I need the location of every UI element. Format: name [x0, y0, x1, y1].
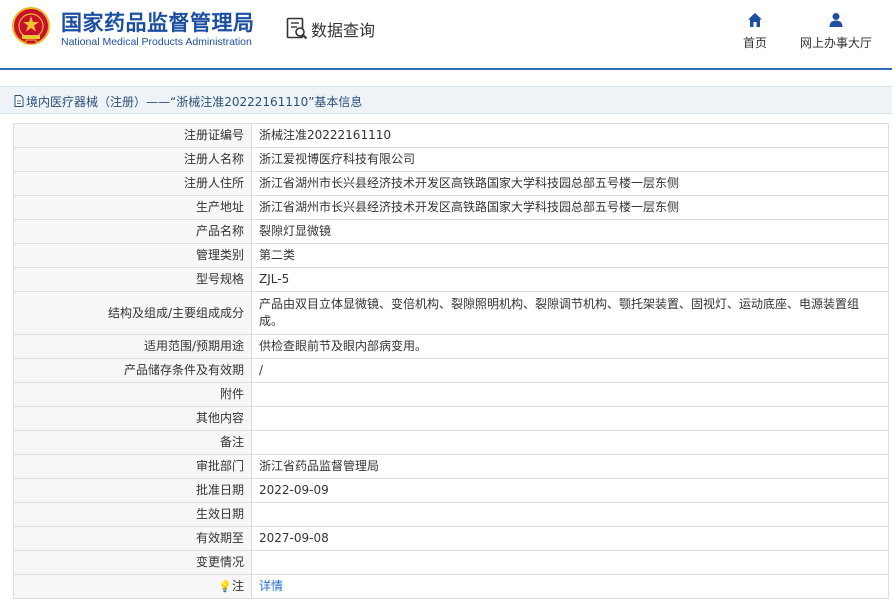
field-label: 生产地址	[13, 195, 252, 220]
details-link[interactable]: 详情	[259, 579, 283, 593]
field-value: 产品由双目立体显微镜、变倍机构、裂隙照明机构、裂隙调节机构、颚托架装置、固视灯、…	[251, 291, 889, 335]
field-value	[251, 406, 889, 431]
field-label: 型号规格	[13, 267, 252, 292]
org-name-cn: 国家药品监督管理局	[61, 11, 255, 35]
field-value: 浙江爱视博医疗科技有限公司	[251, 147, 889, 172]
field-value: 浙江省湖州市长兴县经济技术开发区高铁路国家大学科技园总部五号楼一层东侧	[251, 171, 889, 196]
field-value: 第二类	[251, 243, 889, 268]
field-value	[251, 430, 889, 455]
field-value: 2022-09-09	[251, 478, 889, 503]
field-label: 附件	[13, 382, 252, 407]
table-row: 型号规格 ZJL-5	[13, 267, 889, 292]
field-label: 适用范围/预期用途	[13, 334, 252, 359]
table-row: 其他内容	[13, 406, 889, 431]
data-query-label: 数据查询	[311, 21, 376, 40]
record-table: 注册证编号 浙械注准20222161110 注册人名称 浙江爱视博医疗科技有限公司 …	[13, 123, 889, 599]
lightbulb-icon: 💡	[218, 580, 232, 593]
user-icon	[829, 13, 843, 27]
field-value: 2027-09-08	[251, 526, 889, 551]
table-row: 💡注 详情	[13, 574, 889, 599]
table-row: 有效期至 2027-09-08	[13, 526, 889, 551]
table-row: 管理类别 第二类	[13, 243, 889, 268]
note-value-cell: 详情	[251, 574, 889, 599]
breadcrumb: 境内医疗器械（注册）——“浙械注准20222161110”基本信息	[0, 86, 892, 114]
field-label: 产品名称	[13, 219, 252, 244]
table-row: 产品储存条件及有效期 /	[13, 358, 889, 383]
field-value: 供检查眼前节及眼内部病变用。	[251, 334, 889, 359]
national-emblem-icon	[12, 7, 50, 45]
table-row: 生效日期	[13, 502, 889, 527]
field-value: 浙江省药品监督管理局	[251, 454, 889, 479]
data-query-icon	[286, 17, 308, 40]
home-icon	[748, 13, 762, 27]
field-label: 有效期至	[13, 526, 252, 551]
field-label: 注册证编号	[13, 123, 252, 148]
nav-home-label: 首页	[742, 36, 767, 50]
field-value: /	[251, 358, 889, 383]
table-row: 批准日期 2022-09-09	[13, 478, 889, 503]
table-row: 附件	[13, 382, 889, 407]
field-label: 变更情况	[13, 550, 252, 575]
note-label-cell: 💡注	[13, 574, 252, 599]
document-icon	[14, 95, 24, 107]
table-row: 变更情况	[13, 550, 889, 575]
field-value: 浙江省湖州市长兴县经济技术开发区高铁路国家大学科技园总部五号楼一层东侧	[251, 195, 889, 220]
field-label: 注册人住所	[13, 171, 252, 196]
field-label: 批准日期	[13, 478, 252, 503]
table-row: 结构及组成/主要组成成分 产品由双目立体显微镜、变倍机构、裂隙照明机构、裂隙调节机…	[13, 291, 889, 335]
table-row: 产品名称 裂隙灯显微镜	[13, 219, 889, 244]
field-label: 产品储存条件及有效期	[13, 358, 252, 383]
table-row: 注册人名称 浙江爱视博医疗科技有限公司	[13, 147, 889, 172]
table-row: 适用范围/预期用途 供检查眼前节及眼内部病变用。	[13, 334, 889, 359]
table-row: 注册证编号 浙械注准20222161110	[13, 123, 889, 148]
table-row: 生产地址 浙江省湖州市长兴县经济技术开发区高铁路国家大学科技园总部五号楼一层东侧	[13, 195, 889, 220]
site-header: 国家药品监督管理局 National Medical Products Admi…	[0, 0, 892, 70]
field-value	[251, 382, 889, 407]
field-value: 裂隙灯显微镜	[251, 219, 889, 244]
field-value: ZJL-5	[251, 267, 889, 292]
field-label: 注册人名称	[13, 147, 252, 172]
breadcrumb-text: 境内医疗器械（注册）——“浙械注准20222161110”基本信息	[26, 95, 363, 109]
field-label: 审批部门	[13, 454, 252, 479]
field-label: 管理类别	[13, 243, 252, 268]
field-value	[251, 550, 889, 575]
nav-online-office[interactable]: 网上办事大厅	[796, 12, 876, 51]
nav-home[interactable]: 首页	[736, 12, 774, 51]
nav-online-office-label: 网上办事大厅	[799, 36, 872, 50]
org-name-en: National Medical Products Administration	[61, 36, 252, 48]
note-label: 注	[231, 579, 244, 593]
field-value	[251, 502, 889, 527]
field-label: 生效日期	[13, 502, 252, 527]
field-value: 浙械注准20222161110	[251, 123, 889, 148]
field-label: 结构及组成/主要组成成分	[13, 291, 252, 335]
data-query-link[interactable]: 数据查询	[286, 17, 375, 41]
table-row: 备注	[13, 430, 889, 455]
field-label: 其他内容	[13, 406, 252, 431]
field-label: 备注	[13, 430, 252, 455]
table-row: 注册人住所 浙江省湖州市长兴县经济技术开发区高铁路国家大学科技园总部五号楼一层东侧	[13, 171, 889, 196]
table-row: 审批部门 浙江省药品监督管理局	[13, 454, 889, 479]
